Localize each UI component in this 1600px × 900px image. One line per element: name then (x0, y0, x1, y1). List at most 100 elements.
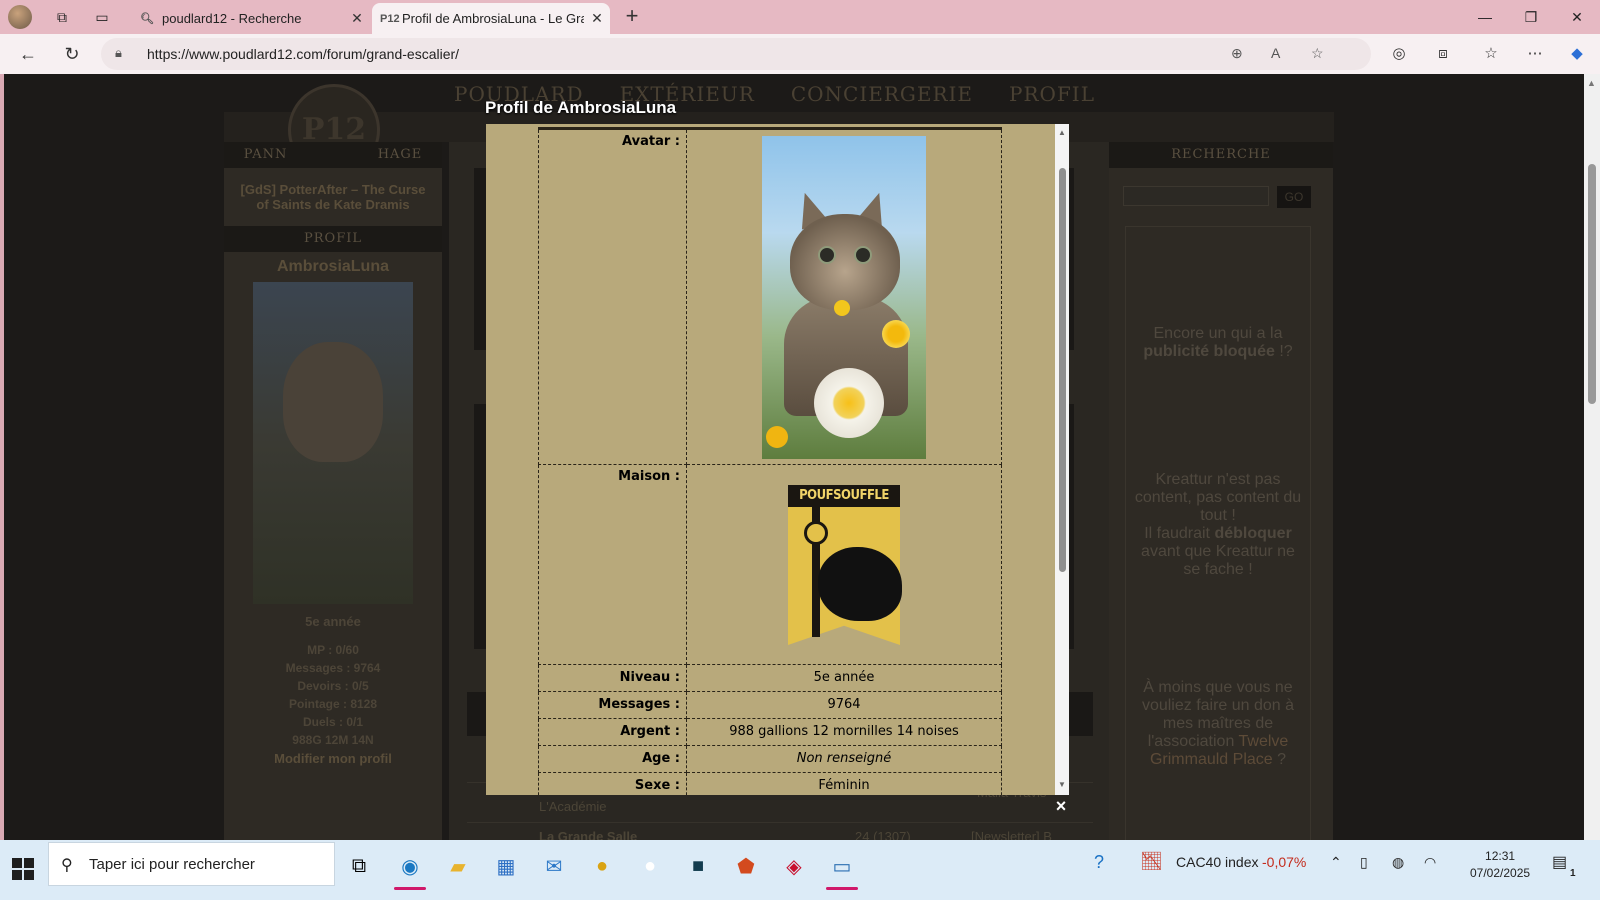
sidebar-username[interactable]: AmbrosiaLuna (224, 258, 442, 276)
app-icon-red[interactable]: ◈ (776, 848, 812, 884)
help-icon[interactable]: ? (1094, 852, 1104, 873)
tab-actions-icon[interactable]: ▭ (90, 5, 114, 29)
search-header: RECHERCHE (1109, 142, 1333, 168)
ad-text: Kreattur n'est pas content, pas content … (1134, 471, 1302, 524)
clock-time: 12:31 (1485, 849, 1516, 863)
field-value: 5e année (686, 664, 1002, 692)
store-icon[interactable]: ▦ (488, 848, 524, 884)
profile-row-sex: Sexe : Féminin (538, 772, 1002, 795)
edge-icon[interactable]: ◉ (392, 848, 428, 890)
close-window-button[interactable]: ✕ (1554, 0, 1600, 34)
sidebar-mp[interactable]: MP : 0/60 (224, 643, 442, 657)
house-crest: POUFSOUFFLE (788, 485, 902, 645)
url-field[interactable]: 🔒︎ https://www.poudlard12.com/forum/gran… (101, 38, 1371, 70)
left-column: PANN HAGE [GdS] PotterAfter – The Curse … (224, 142, 442, 856)
forum-name[interactable]: L'Académie (539, 799, 607, 814)
wifi-icon[interactable]: ◠ (1424, 854, 1436, 871)
page-scrollbar[interactable]: ▲ ▼ (1584, 74, 1600, 856)
clock-date: 07/02/2025 (1470, 866, 1531, 880)
back-button[interactable]: ← (16, 42, 40, 66)
modal-close-button[interactable]: × (1052, 796, 1070, 816)
hp-icon[interactable]: ● (632, 848, 668, 884)
ad-text: Encore un qui a la (1153, 325, 1283, 342)
site-favicon: P12 (380, 12, 400, 25)
ad-text: avant que Kreattur ne se fache ! (1141, 543, 1295, 578)
avatar-image (762, 136, 926, 459)
favorite-star-icon[interactable]: ☆ (1311, 45, 1324, 62)
field-label: Age : (538, 745, 687, 773)
search-go-button[interactable]: GO (1277, 186, 1311, 208)
extensions-icon[interactable]: ⧈ (1432, 43, 1454, 65)
taskbar-search-placeholder: Taper ici pour rechercher (89, 856, 255, 873)
reload-button[interactable]: ↻ (60, 42, 84, 66)
sidebar-duels: Duels : 0/1 (302, 715, 364, 729)
sidebar-search: GO (1123, 186, 1333, 208)
profile-table: Avatar : Maison : POUFSOUFFLE Niveau: 5… (538, 127, 1002, 795)
zoom-icon[interactable]: ⊕ (1231, 45, 1243, 62)
house-name: POUFSOUFFLE (788, 485, 900, 507)
announcement-link[interactable]: [GdS] PotterAfter – The Curse of Saints … (240, 182, 426, 212)
field-value: 9764 (686, 691, 1002, 719)
workspaces-icon[interactable]: ⧉ (50, 5, 74, 29)
modal-scrollbar[interactable]: ▲ ▼ (1055, 124, 1069, 795)
read-aloud-icon[interactable]: A (1271, 45, 1280, 61)
stock-name[interactable]: CAC40 index (1176, 854, 1259, 870)
notification-count: 1 (1570, 868, 1576, 879)
field-label: Avatar : (538, 127, 687, 465)
tab-title: Profil de AmbrosiaLuna - Le Grand (402, 11, 584, 26)
remote-desktop-icon[interactable]: ▭ (824, 848, 860, 890)
stock-chart-icon[interactable]: 📉︎ (1140, 851, 1163, 872)
profile-row-money: Argent : 988 gallions 12 mornilles 14 no… (538, 718, 1002, 746)
field-value: 988 gallions 12 mornilles 14 noises (686, 718, 1002, 746)
edit-profile-link[interactable]: Modifier mon profil (224, 751, 442, 766)
panel-header: PANN HAGE (224, 142, 442, 168)
profile-row-house: Maison : POUFSOUFFLE (538, 464, 1002, 665)
field-label: Sexe : (538, 772, 687, 795)
modal-scrollbar-thumb[interactable] (1059, 168, 1066, 572)
profile-avatar[interactable] (8, 5, 32, 29)
app-icon-teal[interactable]: ■ (680, 848, 716, 884)
field-value: Non renseigné (686, 745, 1002, 773)
menu-item-conciergerie[interactable]: CONCIERGERIE (791, 82, 973, 106)
ad-text: Il faudrait (1144, 525, 1210, 542)
page-scrollbar-thumb[interactable] (1588, 164, 1596, 404)
notification-icon[interactable]: ▤ (1552, 852, 1567, 872)
task-view-icon[interactable]: ⧉ (341, 848, 377, 884)
restore-button[interactable]: ❐ (1508, 0, 1554, 34)
stock-change[interactable]: -0,07% (1262, 854, 1306, 870)
minimize-button[interactable]: — (1462, 0, 1508, 34)
address-bar-row: ← ↻ 🔒︎ https://www.poudlard12.com/forum/… (0, 34, 1600, 74)
new-tab-button[interactable]: + (620, 5, 644, 29)
clock[interactable]: 12:31 07/02/2025 (1470, 848, 1530, 882)
network-icon[interactable]: ◍ (1392, 854, 1404, 871)
profile-row-avatar: Avatar : (538, 127, 1002, 465)
taskbar-search[interactable]: ⚲ Taper ici pour rechercher (48, 842, 335, 886)
lock-icon[interactable]: 🔒︎ (115, 45, 122, 61)
app-icon-yellow[interactable]: ● (584, 848, 620, 884)
search-icon: 🔍︎ (140, 13, 154, 25)
menu-item-profil[interactable]: PROFIL (1009, 82, 1095, 106)
field-label: Messages : (538, 691, 687, 719)
more-menu-icon[interactable]: ⋯ (1524, 43, 1546, 65)
mail-icon[interactable]: ✉ (536, 848, 572, 884)
ad-text-bold: débloquer (1214, 525, 1292, 542)
close-tab-icon[interactable]: ✕ (584, 10, 610, 27)
url-text[interactable]: https://www.poudlard12.com/forum/grand-e… (147, 46, 459, 62)
favorites-icon[interactable]: ☆ (1480, 43, 1502, 65)
file-explorer-icon[interactable]: ▰ (440, 848, 476, 884)
tab-profile[interactable]: P12 Profil de AmbrosiaLuna - Le Grand ✕ (372, 3, 610, 34)
battery-icon[interactable]: ▯ (1360, 854, 1368, 871)
sidebar-year: 5e année (305, 614, 361, 629)
browser-essentials-icon[interactable]: ◎ (1388, 43, 1410, 65)
sidebar-search-input[interactable] (1123, 186, 1269, 206)
sidebar-pointage: Pointage : 8128 (288, 697, 378, 711)
modal-title: Profil de AmbrosiaLuna (485, 98, 677, 117)
adblock-notice: Encore un qui a la publicité bloquée !? … (1125, 226, 1311, 846)
start-button[interactable] (12, 858, 34, 880)
search-icon: ⚲ (61, 857, 73, 874)
show-hidden-icons[interactable]: ⌃ (1330, 854, 1342, 871)
close-tab-icon[interactable]: ✕ (344, 10, 370, 27)
copilot-icon[interactable]: ◆ (1566, 43, 1588, 65)
tab-search[interactable]: 🔍︎ poudlard12 - Recherche ✕ (132, 3, 370, 34)
shield-app-icon[interactable]: ⬟ (728, 848, 764, 884)
